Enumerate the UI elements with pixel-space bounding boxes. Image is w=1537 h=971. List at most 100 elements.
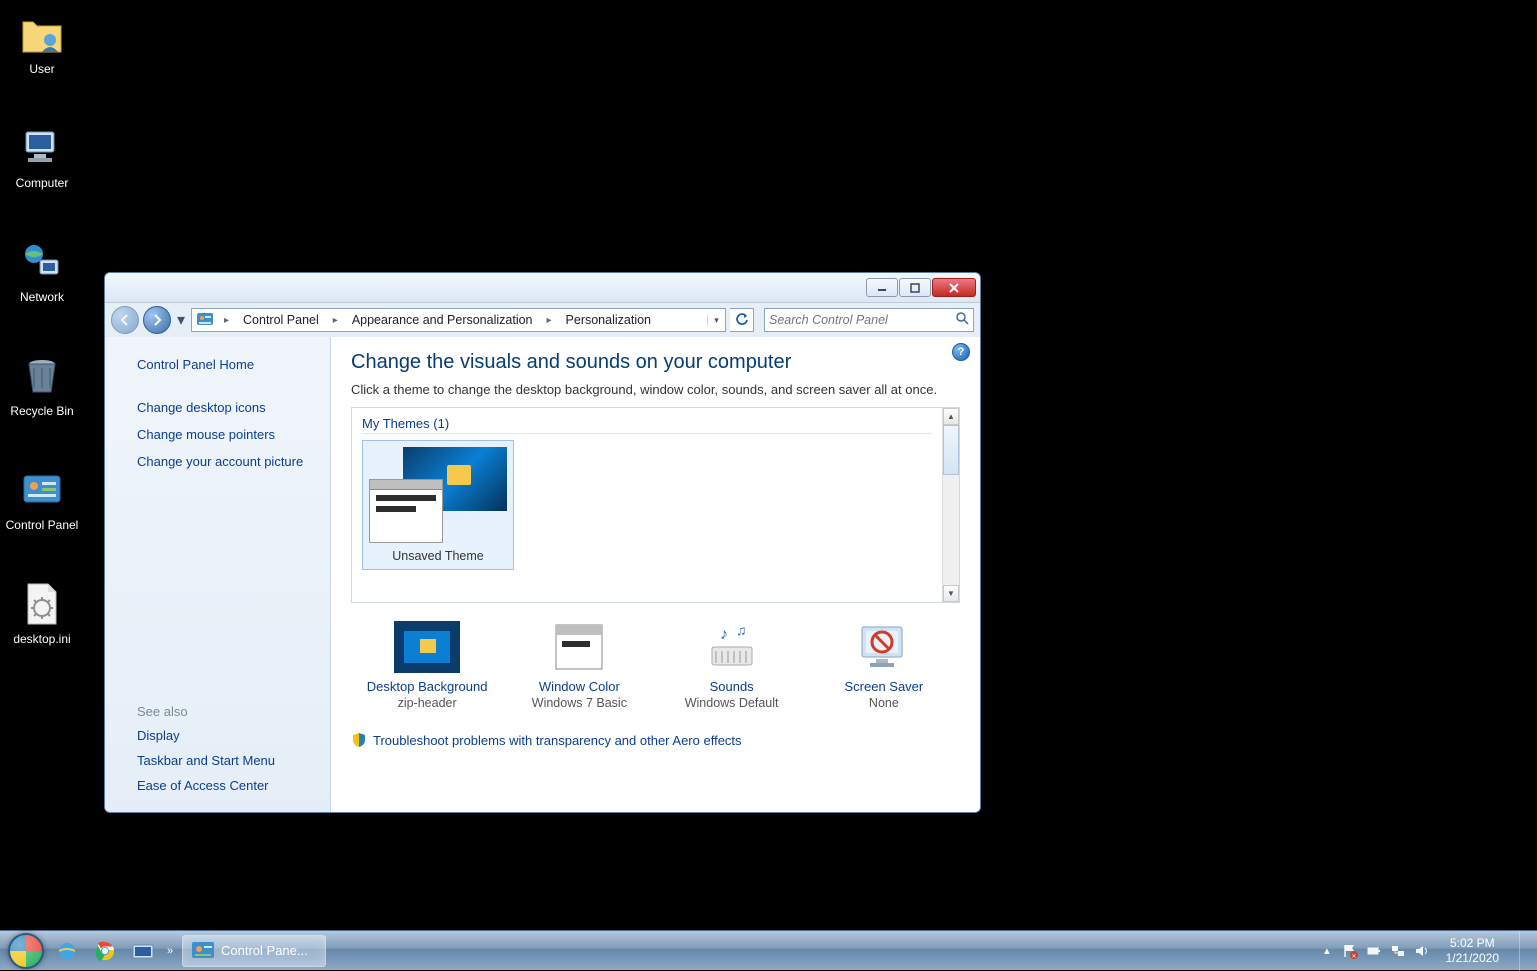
tray-network-icon[interactable] <box>1390 943 1406 959</box>
troubleshoot-link[interactable]: Troubleshoot problems with transparency … <box>373 733 742 748</box>
start-button[interactable] <box>4 931 48 971</box>
nav-history-dropdown[interactable]: ▾ <box>175 311 187 329</box>
taskbar-item-control-panel[interactable]: Control Pane... <box>182 935 326 967</box>
ini-file-icon <box>18 580 66 628</box>
pinned-chrome[interactable] <box>86 936 124 966</box>
computer-icon <box>18 124 66 172</box>
pinned-ie[interactable] <box>48 936 86 966</box>
start-orb-icon <box>8 933 44 969</box>
back-button[interactable] <box>111 306 139 334</box>
control-panel-icon <box>18 466 66 514</box>
theme-name: Unsaved Theme <box>369 549 507 563</box>
recycle-bin-icon <box>18 352 66 400</box>
svg-text:♪: ♪ <box>720 626 728 643</box>
desktop-background-icon <box>394 621 460 673</box>
quicklaunch-expand[interactable]: » <box>162 936 178 966</box>
minimize-button[interactable] <box>866 278 898 297</box>
sounds-icon: ♪♫ <box>699 621 765 673</box>
setting-value: Windows 7 Basic <box>504 696 654 710</box>
setting-window-color[interactable]: Window Color Windows 7 Basic <box>504 621 654 710</box>
setting-title: Sounds <box>657 679 807 694</box>
content-area: ? Change the visuals and sounds on your … <box>331 337 980 812</box>
scroll-up-button[interactable]: ▲ <box>943 408 959 425</box>
explorer-icon <box>132 942 154 960</box>
breadcrumb-chevron[interactable]: ▸ <box>541 309 558 331</box>
settings-row: Desktop Background zip-header Window Col… <box>351 621 960 710</box>
window-body: Control Panel Home Change desktop icons … <box>105 337 980 812</box>
clock-date: 1/21/2020 <box>1446 951 1499 966</box>
desktop-icon-label: Control Panel <box>4 518 80 532</box>
setting-desktop-background[interactable]: Desktop Background zip-header <box>352 621 502 710</box>
show-desktop-button[interactable] <box>1519 931 1529 971</box>
tray-expand-icon[interactable]: ▴ <box>1320 944 1334 957</box>
network-icon <box>18 238 66 286</box>
taskbar-clock[interactable]: 5:02 PM 1/21/2020 <box>1438 936 1507 966</box>
breadcrumb-chevron[interactable]: ▸ <box>218 309 235 331</box>
breadcrumb-personalization[interactable]: Personalization <box>558 309 659 331</box>
setting-value: Windows Default <box>657 696 807 710</box>
desktop-icon-user[interactable]: User <box>4 10 80 76</box>
titlebar[interactable] <box>105 273 980 303</box>
desktop-icon-network[interactable]: Network <box>4 238 80 304</box>
themes-section-label: My Themes (1) <box>362 416 932 434</box>
search-input[interactable] <box>769 313 955 327</box>
navbar: ▾ ▸ Control Panel ▸ Appearance and Perso… <box>105 303 980 337</box>
search-box[interactable] <box>764 308 974 332</box>
scroll-down-button[interactable]: ▼ <box>943 585 959 602</box>
control-panel-small-icon <box>196 312 214 328</box>
tray-flag-icon[interactable]: ✕ <box>1342 943 1358 959</box>
breadcrumb-control-panel[interactable]: Control Panel <box>235 309 327 331</box>
close-button[interactable] <box>932 278 976 297</box>
pinned-explorer[interactable] <box>124 936 162 966</box>
setting-title: Desktop Background <box>352 679 502 694</box>
taskbar: » Control Pane... ▴ ✕ 5:02 PM 1/21/2020 <box>0 930 1537 970</box>
page-title: Change the visuals and sounds on your co… <box>351 351 960 374</box>
themes-list: My Themes (1) Unsaved Theme ▲ ▼ <box>351 407 960 603</box>
desktop-icon-label: Computer <box>4 176 80 190</box>
setting-sounds[interactable]: ♪♫ Sounds Windows Default <box>657 621 807 710</box>
forward-button[interactable] <box>143 306 171 334</box>
desktop-icon-desktop-ini[interactable]: desktop.ini <box>4 580 80 646</box>
control-panel-window: ▾ ▸ Control Panel ▸ Appearance and Perso… <box>104 272 981 813</box>
shield-icon <box>351 732 367 748</box>
theme-tile-unsaved[interactable]: Unsaved Theme <box>362 440 514 570</box>
setting-value: None <box>809 696 959 710</box>
setting-title: Screen Saver <box>809 679 959 694</box>
ie-icon <box>56 940 78 962</box>
sidebar-home[interactable]: Control Panel Home <box>105 351 330 378</box>
sidebar-see-also-heading: See also <box>105 698 330 723</box>
desktop-icon-control-panel[interactable]: Control Panel <box>4 466 80 532</box>
desktop-icon-label: Recycle Bin <box>4 404 80 418</box>
sidebar-link-desktop-icons[interactable]: Change desktop icons <box>105 394 330 421</box>
tray-power-icon[interactable] <box>1366 943 1382 959</box>
setting-screen-saver[interactable]: Screen Saver None <box>809 621 959 710</box>
taskbar-item-label: Control Pane... <box>221 943 308 958</box>
setting-title: Window Color <box>504 679 654 694</box>
theme-thumbnail <box>369 447 507 543</box>
desktop-icon-recycle-bin[interactable]: Recycle Bin <box>4 352 80 418</box>
window-color-icon <box>546 621 612 673</box>
desktop-icon-computer[interactable]: Computer <box>4 124 80 190</box>
svg-text:♫: ♫ <box>736 622 747 638</box>
scroll-thumb[interactable] <box>943 425 959 475</box>
screen-saver-icon <box>851 621 917 673</box>
maximize-button[interactable] <box>899 278 931 297</box>
breadcrumb-appearance[interactable]: Appearance and Personalization <box>344 309 541 331</box>
breadcrumb-chevron[interactable]: ▸ <box>327 309 344 331</box>
search-icon[interactable] <box>955 311 969 330</box>
sidebar-sublink-ease-of-access[interactable]: Ease of Access Center <box>105 773 330 798</box>
refresh-button[interactable] <box>730 308 754 332</box>
sidebar-sublink-taskbar[interactable]: Taskbar and Start Menu <box>105 748 330 773</box>
troubleshoot-row: Troubleshoot problems with transparency … <box>351 732 960 748</box>
sidebar-sublink-display[interactable]: Display <box>105 723 330 748</box>
address-bar[interactable]: ▸ Control Panel ▸ Appearance and Persona… <box>191 308 726 332</box>
control-panel-small-icon <box>191 941 215 961</box>
chrome-icon <box>94 940 116 962</box>
address-dropdown[interactable]: ▾ <box>707 315 725 326</box>
system-tray: ▴ ✕ 5:02 PM 1/21/2020 <box>1320 931 1533 971</box>
help-icon[interactable]: ? <box>952 343 970 361</box>
sidebar-link-mouse-pointers[interactable]: Change mouse pointers <box>105 421 330 448</box>
tray-volume-icon[interactable] <box>1414 943 1430 959</box>
sidebar-link-account-picture[interactable]: Change your account picture <box>105 448 330 475</box>
themes-scrollbar[interactable]: ▲ ▼ <box>942 408 959 602</box>
